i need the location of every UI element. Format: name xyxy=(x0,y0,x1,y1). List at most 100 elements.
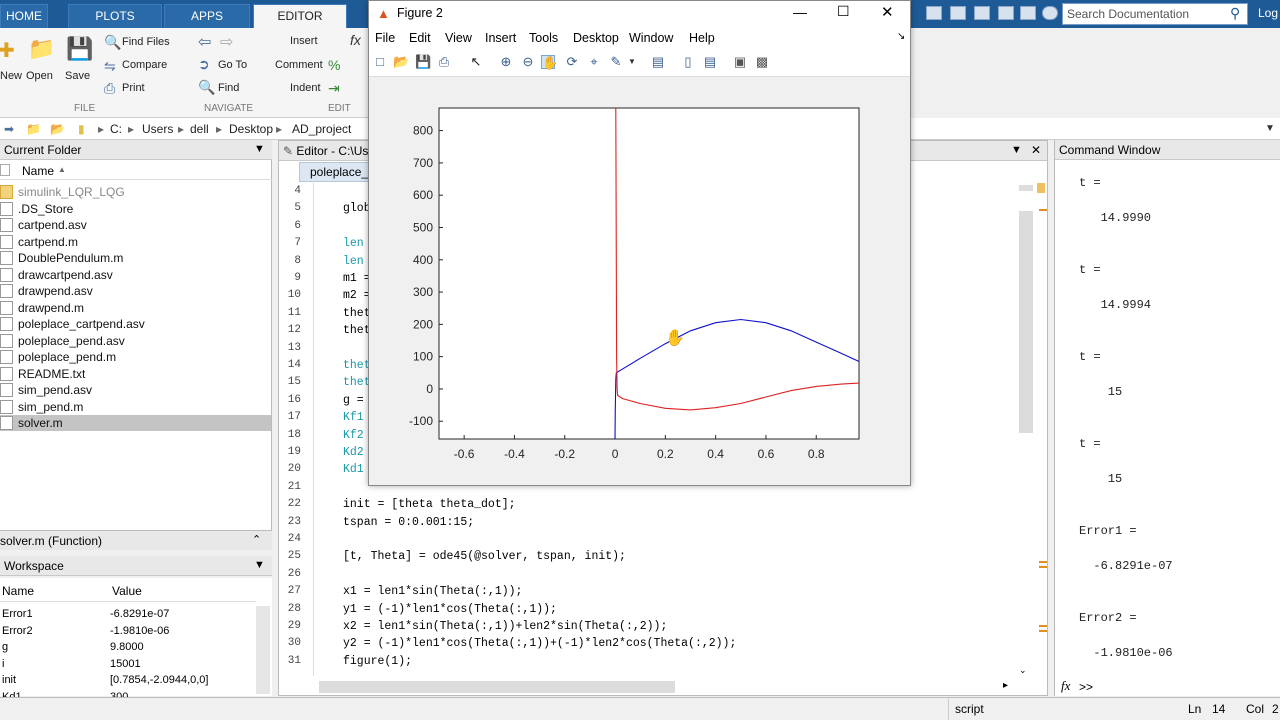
warning-marker[interactable] xyxy=(1039,561,1047,563)
warning-marker[interactable] xyxy=(1039,625,1047,627)
find-button[interactable]: Find xyxy=(218,82,239,94)
figure-titlebar[interactable]: ▲ Figure 2 — ☐ ✕ xyxy=(369,1,910,27)
code-line[interactable]: Kd1 xyxy=(343,463,364,476)
panel-menu-icon[interactable]: ▼ xyxy=(1011,144,1022,156)
fx-icon[interactable]: fx xyxy=(1061,678,1070,694)
open-file-icon[interactable]: 📂 xyxy=(393,55,409,69)
tab-apps[interactable]: APPS xyxy=(164,4,250,28)
up-folder-icon[interactable]: 📁 xyxy=(26,122,41,136)
file-list-item[interactable]: solver.m xyxy=(0,415,271,431)
code-line[interactable]: figure(1); xyxy=(343,655,412,668)
table-row[interactable]: Error1 -6.8291e-07 xyxy=(0,606,256,622)
name-column-header[interactable]: Name xyxy=(22,164,54,178)
nav-back-icon[interactable]: ➡ xyxy=(4,122,14,136)
quick-access-icon[interactable] xyxy=(926,6,942,20)
search-input[interactable]: Search Documentation xyxy=(1062,3,1248,25)
code-line[interactable]: x2 = len1*sin(Theta(:,1))+len2*sin(Theta… xyxy=(343,620,667,633)
file-list-item[interactable]: drawpend.m xyxy=(0,300,271,316)
vertical-scrollbar[interactable] xyxy=(1019,211,1033,433)
data-cursor-icon[interactable]: ⌖ xyxy=(587,55,601,69)
new-button[interactable]: New xyxy=(0,70,22,82)
brush-icon[interactable]: ✎ xyxy=(609,55,623,69)
rotate-3d-icon[interactable]: ⟳ xyxy=(565,55,579,69)
scroll-right-icon[interactable]: ▸ xyxy=(1003,680,1008,691)
legend-icon[interactable]: ▤ xyxy=(703,55,717,69)
indent-icon[interactable]: ⇥ xyxy=(328,80,340,97)
table-row[interactable]: Error2 -1.9810e-06 xyxy=(0,623,256,639)
line-chart[interactable]: -0.6 -0.4 -0.2 0 0.2 0.4 0.6 0.8 -100 0 100 200 300 4… xyxy=(369,77,910,485)
code-line[interactable]: x1 = len1*sin(Theta(:,1)); xyxy=(343,585,522,598)
command-prompt[interactable]: >> xyxy=(1079,680,1093,694)
figure-window[interactable]: ▲ Figure 2 — ☐ ✕ File Edit View Insert Tools… xyxy=(368,0,911,486)
zoom-out-icon[interactable]: ⊖ xyxy=(521,55,535,69)
file-list-item[interactable]: README.txt xyxy=(0,366,271,382)
menu-item-tools[interactable]: Tools xyxy=(529,31,558,45)
table-row[interactable]: g 9.8000 xyxy=(0,639,256,655)
open-button[interactable]: Open xyxy=(26,70,53,82)
code-line[interactable]: m1 = xyxy=(343,272,371,285)
file-list-item[interactable]: sim_pend.asv xyxy=(0,382,271,398)
menu-overflow-icon[interactable]: ↘ xyxy=(897,31,905,42)
file-list-item[interactable]: .DS_Store xyxy=(0,201,271,217)
file-list-item[interactable]: poleplace_pend.m xyxy=(0,349,271,365)
file-list-item[interactable]: poleplace_pend.asv xyxy=(0,333,271,349)
new-icon[interactable]: ✚ xyxy=(0,38,15,63)
comment-button[interactable]: Comment xyxy=(275,59,323,71)
horizontal-scrollbar[interactable] xyxy=(319,681,675,693)
new-figure-icon[interactable]: □ xyxy=(373,55,387,69)
code-line[interactable]: y1 = (-1)*len1*cos(Theta(:,1)); xyxy=(343,603,557,616)
brush-dropdown-icon[interactable]: ▼ xyxy=(625,55,639,69)
print-button[interactable]: Print xyxy=(122,82,145,94)
edit-plot-arrow-icon[interactable]: ↖ xyxy=(469,55,483,69)
path-segment[interactable]: Users xyxy=(142,122,173,136)
zoom-in-icon[interactable]: ⊕ xyxy=(499,55,513,69)
print-figure-icon[interactable]: ⎙ xyxy=(437,55,451,69)
code-line[interactable]: [t, Theta] = ode45(@solver, tspan, init)… xyxy=(343,550,626,563)
code-line[interactable]: Kf2 xyxy=(343,429,364,442)
show-plot-tools-icon[interactable]: ▩ xyxy=(755,55,769,69)
indent-button[interactable]: Indent xyxy=(290,82,321,94)
switch-windows-icon[interactable] xyxy=(1020,6,1036,20)
code-line[interactable]: Kd2 xyxy=(343,446,364,459)
table-row[interactable]: init [0.7854,-2.0944,0,0] xyxy=(0,672,256,688)
forward-arrow-icon[interactable]: ⇨ xyxy=(220,32,233,52)
workspace-scrollbar[interactable] xyxy=(256,606,270,694)
menu-item-file[interactable]: File xyxy=(375,31,395,45)
hide-plot-tools-icon[interactable]: ▣ xyxy=(733,55,747,69)
file-list-item[interactable]: sim_pend.m xyxy=(0,399,271,415)
file-list-item[interactable]: cartpend.m xyxy=(0,234,271,250)
code-line[interactable]: thet xyxy=(343,359,371,372)
value-column-header[interactable]: Value xyxy=(112,584,142,598)
file-list-item[interactable]: simulink_LQR_LQG xyxy=(0,184,271,200)
tab-plots[interactable]: PLOTS xyxy=(68,4,162,28)
figure-canvas[interactable]: -0.6 -0.4 -0.2 0 0.2 0.4 0.6 0.8 -100 0 100 200 300 4… xyxy=(369,77,910,485)
browse-folder-icon[interactable]: 📂 xyxy=(50,122,65,136)
comment-percent-icon[interactable]: % xyxy=(328,57,340,73)
goto-button[interactable]: Go To xyxy=(218,59,247,71)
menu-item-insert[interactable]: Insert xyxy=(485,31,516,45)
find-files-button[interactable]: Find Files xyxy=(122,36,170,48)
insert-button[interactable]: Insert xyxy=(290,35,318,47)
menu-item-window[interactable]: Window xyxy=(629,31,673,45)
quick-access-icon[interactable] xyxy=(950,6,966,20)
code-line[interactable]: init = [theta theta_dot]; xyxy=(343,498,516,511)
tab-editor[interactable]: EDITOR xyxy=(253,4,347,28)
code-line[interactable]: g = xyxy=(343,394,364,407)
code-line[interactable]: y2 = (-1)*len1*cos(Theta(:,1))+(-1)*len2… xyxy=(343,637,736,650)
path-dropdown-icon[interactable]: ▼ xyxy=(1265,123,1275,134)
colorbar-icon[interactable]: ▯ xyxy=(681,55,695,69)
code-line[interactable]: glob xyxy=(343,202,371,215)
undo-icon[interactable] xyxy=(974,6,990,20)
file-list-item[interactable]: cartpend.asv xyxy=(0,217,271,233)
code-line[interactable]: len xyxy=(343,237,364,250)
file-list-item[interactable]: drawpend.asv xyxy=(0,283,271,299)
code-line[interactable]: thet xyxy=(343,376,371,389)
help-icon[interactable] xyxy=(1042,6,1058,20)
warning-indicator[interactable] xyxy=(1037,183,1045,193)
close-icon[interactable]: ✕ xyxy=(881,3,894,21)
file-list-item[interactable]: DoublePendulum.m xyxy=(0,250,271,266)
file-list-item[interactable]: poleplace_cartpend.asv xyxy=(0,316,271,332)
maximize-icon[interactable]: ☐ xyxy=(837,3,850,20)
search-icon[interactable]: ⚲ xyxy=(1230,5,1240,22)
path-segment[interactable]: AD_project xyxy=(292,122,351,136)
